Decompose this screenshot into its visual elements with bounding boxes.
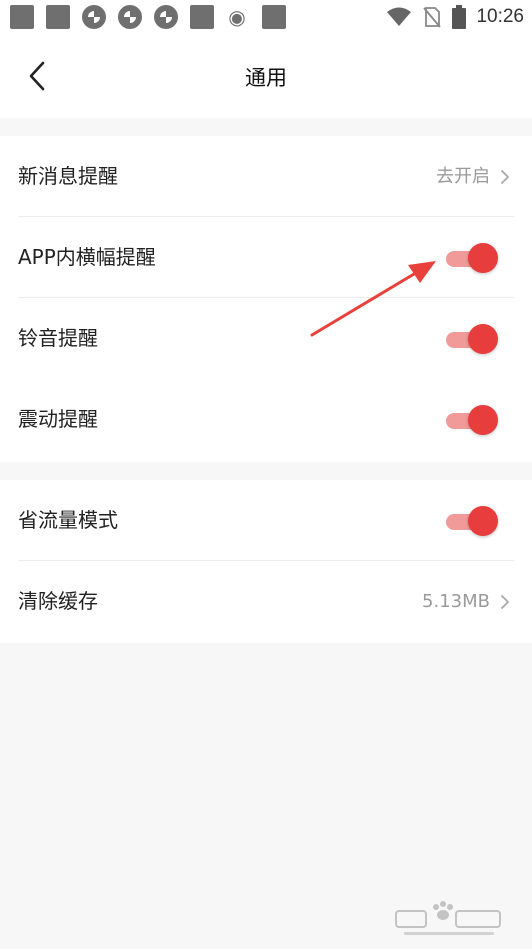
- notification-square-icon: [190, 5, 214, 29]
- row-label: APP内横幅提醒: [18, 245, 156, 269]
- status-time: 10:26: [476, 6, 524, 27]
- in-app-banner-reminder-row: APP内横幅提醒: [0, 217, 532, 298]
- aperture-icon: [118, 5, 142, 29]
- clear-cache-row[interactable]: 清除缓存 5.13MB: [0, 561, 532, 642]
- row-label: 震动提醒: [18, 407, 98, 431]
- row-value: 去开启: [436, 166, 490, 187]
- row-label: 铃音提醒: [18, 326, 98, 350]
- chevron-right-icon: [501, 170, 509, 184]
- toggle-knob: [468, 324, 498, 354]
- row-label: 清除缓存: [18, 589, 98, 613]
- new-message-reminder-row[interactable]: 新消息提醒 去开启: [0, 136, 532, 217]
- status-bar: ◉ 10:26: [0, 0, 532, 34]
- status-bar-right: 10:26: [386, 0, 524, 34]
- in-app-banner-toggle[interactable]: [446, 243, 498, 273]
- app-header: 通用: [0, 34, 532, 118]
- notification-square-icon: [10, 5, 34, 29]
- page-title: 通用: [245, 66, 287, 90]
- data-saver-mode-row: 省流量模式: [0, 480, 532, 561]
- baidu-jingyan-watermark-icon: [395, 901, 501, 935]
- notification-square-icon: [262, 5, 286, 29]
- settings-section-notifications: 新消息提醒 去开启 APP内横幅提醒 铃音提醒 震动提醒: [0, 136, 532, 462]
- vibration-toggle[interactable]: [446, 405, 498, 435]
- notification-square-icon: [46, 5, 70, 29]
- ringtone-reminder-row: 铃音提醒: [0, 298, 532, 379]
- toggle-knob: [468, 506, 498, 536]
- aperture-icon: [82, 5, 106, 29]
- ringtone-toggle[interactable]: [446, 324, 498, 354]
- row-label: 省流量模式: [18, 508, 118, 532]
- aperture-icon: [154, 5, 178, 29]
- toggle-knob: [468, 243, 498, 273]
- toggle-knob: [468, 405, 498, 435]
- battery-icon: [452, 5, 467, 29]
- weibo-icon: ◉: [228, 5, 246, 29]
- vibration-reminder-row: 震动提醒: [0, 379, 532, 460]
- data-saver-toggle[interactable]: [446, 506, 498, 536]
- settings-section-storage: 省流量模式 清除缓存 5.13MB: [0, 480, 532, 643]
- cache-size-value: 5.13MB: [422, 591, 490, 612]
- no-sim-icon: [423, 7, 442, 28]
- row-label: 新消息提醒: [18, 164, 118, 188]
- chevron-right-icon: [501, 595, 509, 609]
- wifi-icon: [387, 7, 412, 26]
